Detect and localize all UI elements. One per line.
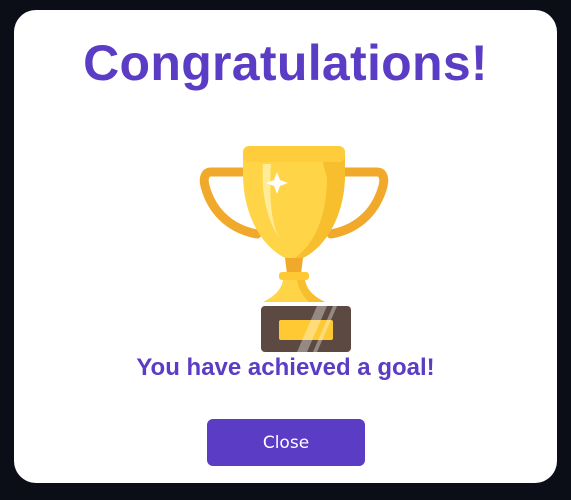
dialog-title: Congratulations! (83, 35, 488, 91)
achievement-message: You have achieved a goal! (136, 354, 435, 381)
achievement-dialog: Congratulations! You have achieved a goa… (14, 10, 557, 483)
trophy-icon (199, 146, 389, 352)
close-button[interactable]: Close (207, 419, 365, 466)
